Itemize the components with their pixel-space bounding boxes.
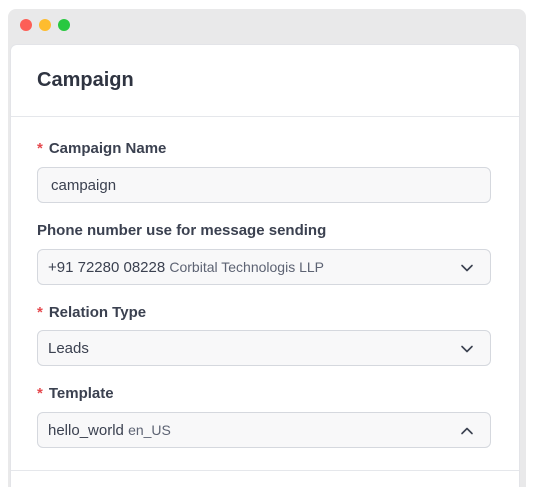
phone-number-select[interactable]: +91 72280 08228 Corbital Technologis LLP (37, 249, 491, 285)
relation-type-label: * Relation Type (37, 304, 147, 321)
minimize-window-button[interactable] (39, 19, 51, 31)
campaign-card: Campaign * Campaign Name campaign Phone n… (11, 45, 519, 487)
app-window: Campaign * Campaign Name campaign Phone n… (8, 9, 526, 487)
phone-number-owner: Corbital Technologis LLP (169, 259, 324, 275)
relation-type-value: Leads (48, 340, 89, 357)
maximize-window-button[interactable] (58, 19, 70, 31)
chevron-down-icon[interactable] (460, 261, 474, 275)
campaign-name-label: * Campaign Name (37, 140, 167, 157)
required-marker: * (37, 385, 43, 402)
phone-number-label: Phone number use for message sending (37, 222, 327, 239)
window-controls (20, 19, 70, 31)
required-marker: * (37, 304, 43, 321)
card-header: Campaign (11, 45, 519, 117)
template-label: * Template (37, 385, 114, 402)
required-marker: * (37, 140, 43, 157)
phone-number-value: +91 72280 08228 Corbital Technologis LLP (48, 259, 324, 276)
chevron-up-icon[interactable] (460, 424, 474, 438)
template-value: hello_world en_US (48, 422, 171, 439)
chevron-down-icon[interactable] (460, 342, 474, 356)
close-window-button[interactable] (20, 19, 32, 31)
template-language: en_US (128, 422, 171, 438)
relation-type-select[interactable]: Leads (37, 330, 491, 366)
divider (11, 470, 519, 471)
page-title: Campaign (37, 69, 134, 91)
campaign-name-value: campaign (51, 177, 117, 194)
campaign-name-input[interactable]: campaign (37, 167, 491, 203)
template-select[interactable]: hello_world en_US (37, 412, 491, 448)
